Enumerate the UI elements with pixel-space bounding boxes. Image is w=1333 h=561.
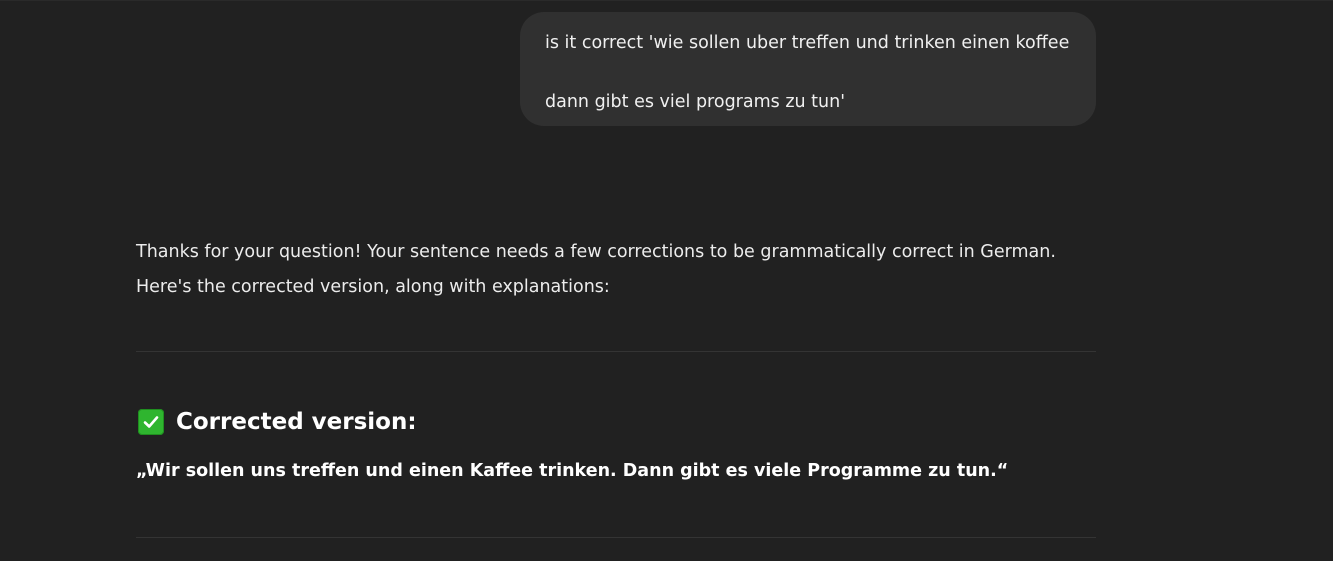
top-edge	[0, 0, 1333, 1]
user-message-line-1: is it correct 'wie sollen uber treffen u…	[545, 33, 1070, 53]
user-message-bubble: is it correct 'wie sollen uber treffen u…	[520, 12, 1096, 126]
assistant-intro-line-2: Here's the corrected version, along with…	[136, 277, 610, 297]
assistant-intro: Thanks for your question! Your sentence …	[136, 235, 1096, 305]
section-divider-bottom	[136, 537, 1096, 538]
check-mark-button-icon	[138, 409, 164, 435]
corrected-version-heading: Corrected version:	[138, 406, 417, 438]
corrected-sentence: „Wir sollen uns treffen und einen Kaffee…	[136, 461, 1009, 481]
section-title: Corrected version:	[176, 409, 417, 435]
user-message-line-2: dann gibt es viel programs zu tun'	[545, 92, 846, 112]
section-divider	[136, 351, 1096, 352]
assistant-intro-line-1: Thanks for your question! Your sentence …	[136, 242, 1056, 262]
